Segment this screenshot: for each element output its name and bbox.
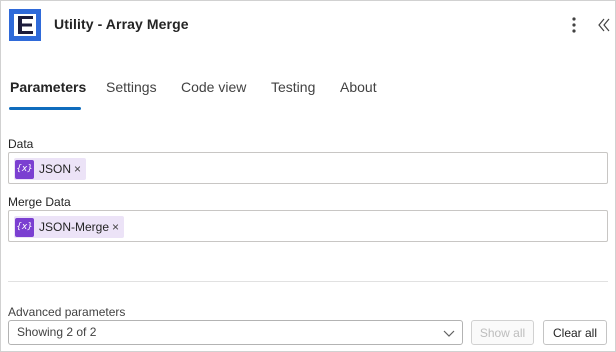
tab-testing[interactable]: Testing — [271, 79, 315, 95]
double-chevron-left-icon — [598, 18, 610, 32]
more-options-button[interactable] — [565, 14, 583, 36]
merge-data-input[interactable]: {x} JSON-Merge × — [8, 210, 608, 242]
token-label: JSON-Merge — [39, 220, 110, 234]
remove-token-button[interactable]: × — [112, 220, 119, 234]
chevron-down-icon — [443, 330, 455, 337]
clear-all-button[interactable]: Clear all — [543, 320, 607, 345]
show-all-button[interactable]: Show all — [471, 320, 534, 345]
merge-data-token[interactable]: {x} JSON-Merge × — [14, 216, 125, 238]
expression-icon: {x} — [15, 217, 34, 237]
tab-settings[interactable]: Settings — [106, 79, 157, 95]
token-label: JSON — [39, 162, 72, 176]
advanced-parameters-label: Advanced parameters — [8, 305, 126, 319]
advanced-parameters-dropdown[interactable]: Showing 2 of 2 — [8, 320, 463, 345]
remove-token-button[interactable]: × — [74, 162, 81, 176]
dropdown-value: Showing 2 of 2 — [17, 325, 97, 339]
more-vertical-icon — [572, 17, 576, 33]
expression-icon: {x} — [15, 159, 34, 179]
tab-about[interactable]: About — [340, 79, 377, 95]
collapse-panel-button[interactable] — [595, 14, 613, 36]
data-input[interactable]: {x} JSON × — [8, 152, 608, 184]
section-divider — [8, 281, 608, 282]
action-details-panel: Utility - Array Merge Parameters Setting… — [0, 0, 616, 352]
merge-data-field-label: Merge Data — [8, 195, 71, 209]
tab-code-view[interactable]: Code view — [181, 79, 246, 95]
active-tab-indicator — [9, 107, 81, 110]
panel-title: Utility - Array Merge — [54, 16, 189, 32]
tab-parameters[interactable]: Parameters — [10, 79, 86, 95]
utility-logo-icon — [9, 9, 41, 41]
data-field-label: Data — [8, 137, 34, 151]
data-token[interactable]: {x} JSON × — [14, 158, 87, 180]
tab-list: Parameters Settings Code view Testing Ab… — [1, 79, 615, 111]
